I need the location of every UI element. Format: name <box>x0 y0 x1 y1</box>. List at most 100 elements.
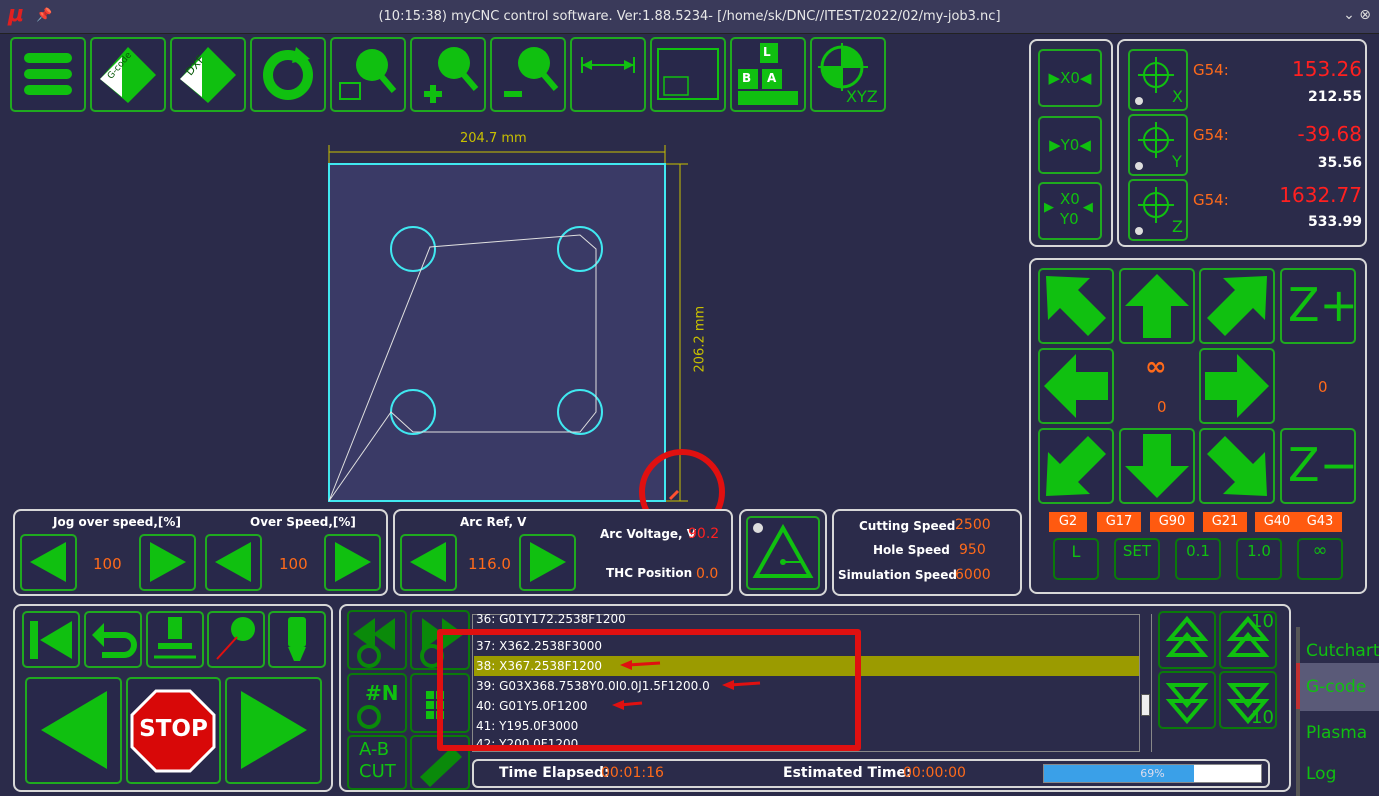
gcode-line[interactable]: 36: G01Y172.2538F1200 <box>474 614 1139 626</box>
frame-button[interactable] <box>650 37 726 112</box>
hole-speed-label: Hole Speed <box>873 543 950 557</box>
arrow-right-icon <box>1205 354 1269 418</box>
zero-y-label: ▶Y0◀ <box>1049 136 1091 154</box>
keyboard-button[interactable]: L B A <box>730 37 806 112</box>
arrow-up-left-icon <box>1046 276 1106 336</box>
axis-z-button[interactable]: Z <box>1128 179 1188 241</box>
window-controls[interactable]: ⌄ ⊗ <box>1343 7 1371 23</box>
gmode-badge: G2 <box>1049 512 1087 532</box>
jog-left-button[interactable] <box>1038 348 1114 424</box>
torch-down-button[interactable] <box>146 611 204 668</box>
hash-n-label: #N <box>365 681 399 705</box>
jog-right-value: 0 <box>1318 378 1328 396</box>
measure-button[interactable] <box>570 37 646 112</box>
arc-ref-increase-button[interactable] <box>519 534 576 591</box>
zero-xy-button[interactable]: X0 Y0 ▶ ◀ <box>1038 182 1102 240</box>
step-button-l[interactable]: L <box>1053 538 1099 580</box>
xyz-origin-button[interactable]: XYZ <box>810 37 886 112</box>
part-drawing[interactable] <box>300 125 740 510</box>
jog-over-decrease-button[interactable] <box>20 534 77 591</box>
line-up-button[interactable] <box>1158 611 1216 669</box>
refresh-button[interactable] <box>250 37 326 112</box>
tab-log[interactable]: Log <box>1296 750 1379 796</box>
zoom-in-button[interactable] <box>410 37 486 112</box>
jog-up-button[interactable] <box>1119 268 1195 344</box>
step-back-button[interactable] <box>25 677 122 784</box>
gmode-badge: G40 <box>1255 512 1299 532</box>
arc-ref-decrease-button[interactable] <box>400 534 457 591</box>
triangle-left-icon <box>215 542 251 582</box>
gcode-scrollbar[interactable] <box>1139 614 1151 752</box>
arrow-left-icon <box>1044 354 1108 418</box>
cut-label: CUT <box>359 761 396 782</box>
zoom-fit-icon <box>339 49 397 100</box>
thc-position-label: THC Position <box>606 566 693 580</box>
pierce-button[interactable] <box>207 611 265 668</box>
gcode-file-icon <box>100 47 156 103</box>
over-speed-value: 100 <box>279 555 308 573</box>
over-speed-label: Over Speed,[%] <box>250 515 356 529</box>
fast-rewind-button[interactable] <box>347 610 407 670</box>
jog-right-button[interactable] <box>1199 348 1275 424</box>
jog-z-plus-button[interactable]: Z+ <box>1280 268 1358 344</box>
jog-down-button[interactable] <box>1119 428 1195 504</box>
jog-up-right-button[interactable] <box>1199 268 1275 344</box>
ab-cut-button[interactable]: A-B CUT <box>347 735 407 790</box>
torch-position-icon <box>668 489 680 501</box>
arrow-up-icon <box>1125 274 1189 338</box>
jog-over-speed-value: 100 <box>93 555 122 573</box>
rewind-button[interactable] <box>22 611 80 668</box>
cutting-speed-value: 2500 <box>955 517 991 533</box>
arc-voltage-label: Arc Voltage, V <box>600 527 697 541</box>
torch-test-small-button[interactable] <box>268 611 326 668</box>
zoom-fit-button[interactable] <box>330 37 406 112</box>
tab-gcode[interactable]: G-code <box>1296 663 1379 711</box>
step-button-set[interactable]: SET <box>1114 538 1160 580</box>
wcs-z: G54: <box>1193 191 1229 209</box>
xyz-label: XYZ <box>846 87 878 106</box>
play-icon <box>241 691 307 769</box>
jog-z-minus-button[interactable]: Z− <box>1280 428 1358 504</box>
page-down-button[interactable]: 10 <box>1219 671 1277 729</box>
jog-down-right-button[interactable] <box>1199 428 1275 504</box>
zero-y-button[interactable]: ▶Y0◀ <box>1038 116 1102 174</box>
axis-x-button[interactable]: X <box>1128 49 1188 111</box>
step-button-infinite[interactable]: ∞ <box>1297 538 1343 580</box>
line-down-button[interactable] <box>1158 671 1216 729</box>
load-gcode-button[interactable]: G-code <box>90 37 166 112</box>
arrow-up-right-icon <box>1207 276 1267 336</box>
arc-ref-value: 116.0 <box>468 555 511 573</box>
step-button-10[interactable]: 1.0 <box>1236 538 1282 580</box>
title-bar: μ 📌 (10:15:38) myCNC control software. V… <box>0 0 1379 34</box>
start-button[interactable] <box>225 677 322 784</box>
laser-warning-icon <box>752 523 814 578</box>
load-dxf-button[interactable]: DXF <box>170 37 246 112</box>
key-l: L <box>763 45 771 59</box>
double-down-icon <box>1165 683 1209 725</box>
torch-test-button[interactable] <box>746 516 820 590</box>
stop-button[interactable]: STOP <box>126 677 221 784</box>
zoom-out-button[interactable] <box>490 37 566 112</box>
zoom-out-icon <box>504 47 559 97</box>
estimated-time-label: Estimated Time: <box>783 765 912 781</box>
jog-up-left-button[interactable] <box>1038 268 1114 344</box>
menu-button[interactable] <box>10 37 86 112</box>
page-up-button[interactable]: 10 <box>1219 611 1277 669</box>
over-speed-decrease-button[interactable] <box>205 534 262 591</box>
scrollbar-thumb[interactable] <box>1141 694 1150 716</box>
triangle-right-icon <box>335 542 371 582</box>
triangle-left-icon <box>30 542 66 582</box>
jog-over-increase-button[interactable] <box>139 534 196 591</box>
simulation-speed-label: Simulation Speed <box>838 568 957 582</box>
axis-x-letter: X <box>1172 87 1183 106</box>
goto-line-button[interactable]: #N <box>347 673 407 733</box>
jog-down-left-button[interactable] <box>1038 428 1114 504</box>
measure-icon <box>581 57 635 73</box>
step-button-01[interactable]: 0.1 <box>1175 538 1221 580</box>
gmode-badge: G43 <box>1298 512 1342 532</box>
axis-y-button[interactable]: Y <box>1128 114 1188 176</box>
over-speed-increase-button[interactable] <box>324 534 381 591</box>
return-button[interactable] <box>84 611 142 668</box>
arc-ref-label: Arc Ref, V <box>460 515 527 529</box>
zero-x-button[interactable]: ▶X0◀ <box>1038 49 1102 107</box>
